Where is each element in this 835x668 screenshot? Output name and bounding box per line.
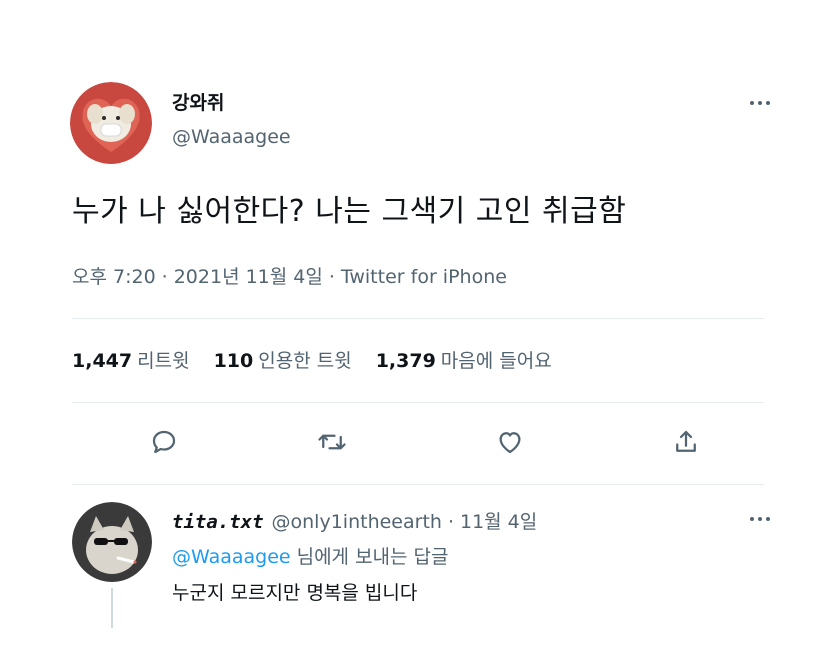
author-handle[interactable]: @Waaaagee — [172, 126, 291, 148]
reply-separator: · — [447, 511, 454, 533]
like-count[interactable]: 1,379 마음에 들어요 — [376, 346, 552, 373]
thread-line — [111, 588, 113, 628]
divider — [72, 318, 764, 319]
replying-to-mention[interactable]: @Waaaagee — [172, 546, 291, 568]
reply-author-handle[interactable]: @only1intheearth — [272, 511, 442, 533]
reply-header: tita.txt @only1intheearth · 11월 4일 — [172, 507, 537, 534]
replying-to: @Waaaagee 님에게 보내는 답글 — [172, 542, 449, 569]
tweet-date[interactable]: 2021년 11월 4일 — [174, 266, 323, 288]
retweet-count[interactable]: 1,447 리트윗 — [72, 346, 190, 373]
divider — [72, 484, 764, 485]
meta-separator: · — [161, 266, 168, 288]
more-options-icon[interactable] — [746, 96, 774, 110]
replying-to-suffix: 님에게 보내는 답글 — [296, 546, 449, 568]
tweet-text: 누가 나 싫어한다? 나는 그색기 고인 취급함 — [72, 194, 627, 229]
author-avatar[interactable] — [70, 82, 152, 164]
dog-avatar-image — [70, 82, 152, 164]
reply-author-name[interactable]: tita.txt — [172, 511, 264, 533]
reply-date[interactable]: 11월 4일 — [460, 511, 537, 533]
tweet-time[interactable]: 오후 7:20 — [72, 266, 156, 288]
share-icon — [676, 430, 696, 452]
retweet-button[interactable] — [314, 424, 350, 460]
quote-tweet-count[interactable]: 110 인용한 트윗 — [214, 346, 352, 373]
author-name[interactable]: 강와쥐 — [172, 88, 224, 115]
divider — [72, 402, 764, 403]
cat-avatar-image — [72, 502, 152, 582]
reply-author-avatar[interactable] — [72, 502, 152, 582]
engagement-stats: 1,447 리트윗 110 인용한 트윗 1,379 마음에 들어요 — [72, 346, 552, 373]
reply-button[interactable] — [146, 424, 182, 460]
retweet-icon — [318, 434, 346, 450]
share-button[interactable] — [668, 424, 704, 460]
meta-separator: · — [328, 266, 335, 288]
reply-icon — [152, 430, 176, 454]
reply-more-options-icon[interactable] — [746, 512, 774, 526]
like-button[interactable] — [492, 424, 528, 460]
tweet-detail: 강와쥐 @Waaaagee 누가 나 싫어한다? 나는 그색기 고인 취급함 오… — [0, 0, 835, 668]
heart-icon — [499, 432, 521, 454]
reply-text: 누군지 모르지만 명복을 빕니다 — [172, 582, 418, 604]
tweet-metadata: 오후 7:20 · 2021년 11월 4일 · Twitter for iPhone — [72, 262, 507, 289]
tweet-source[interactable]: Twitter for iPhone — [341, 266, 507, 288]
